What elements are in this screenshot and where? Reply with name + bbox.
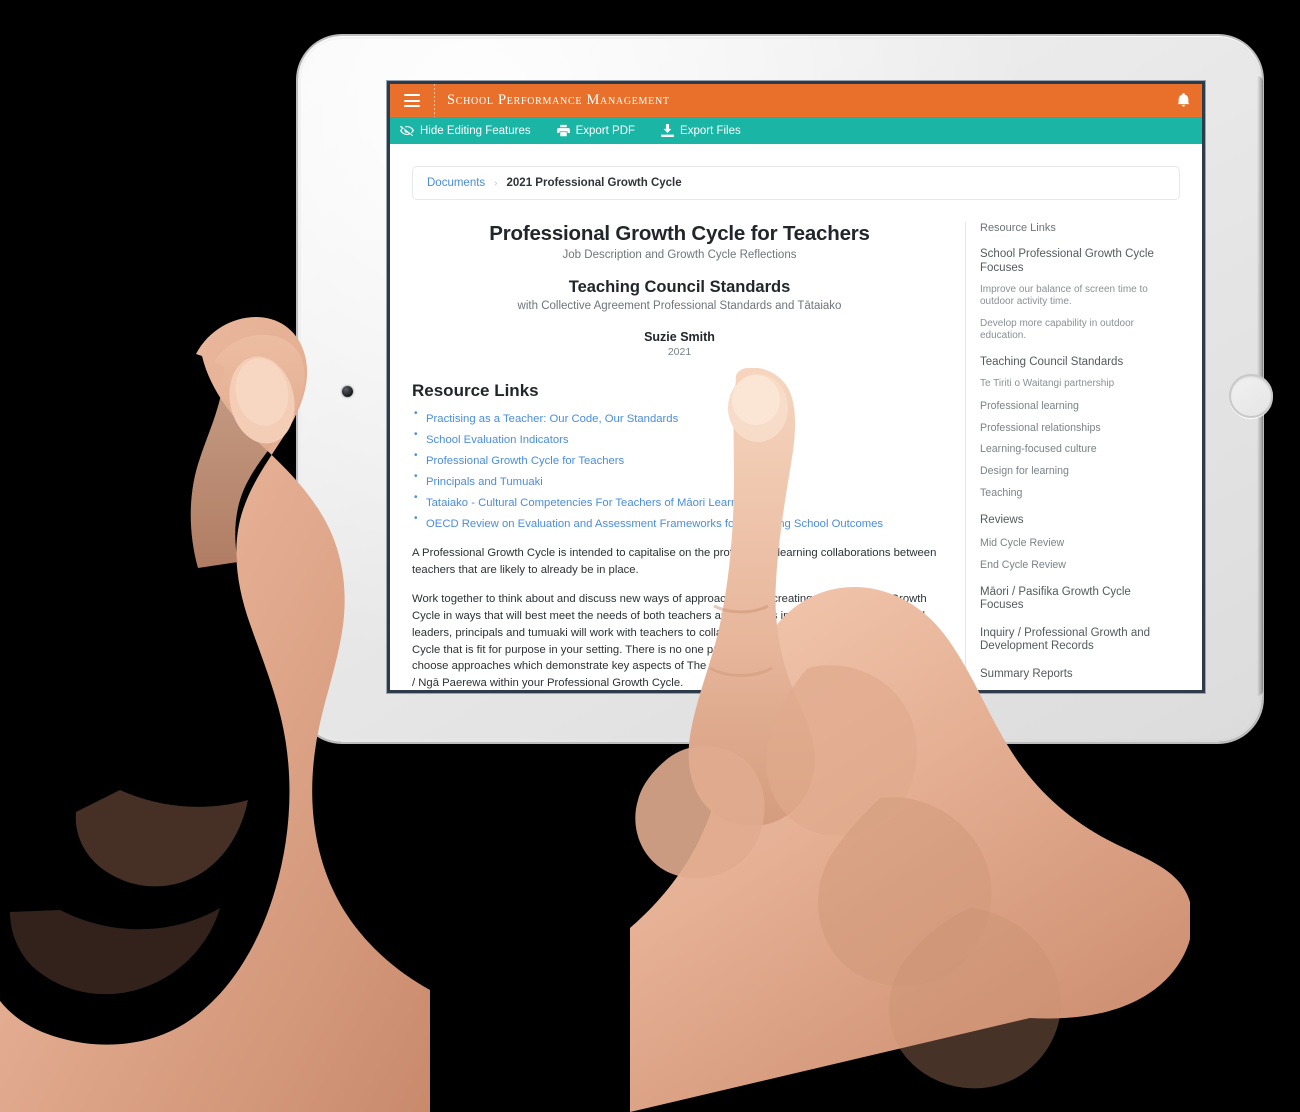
- editing-toolbar: Hide Editing Features Export PDF Export …: [390, 117, 1202, 144]
- sidebar-item[interactable]: Improve our balance of screen time to ou…: [980, 284, 1165, 308]
- bell-icon[interactable]: [1177, 92, 1190, 109]
- document-section-subtitle: with Collective Agreement Professional S…: [517, 300, 842, 312]
- document-subtitle: Job Description and Growth Cycle Reflect…: [562, 249, 797, 261]
- screenshot-stage: School Performance Management Hide Editi…: [0, 0, 1300, 1112]
- resource-link[interactable]: School Evaluation Indicators: [426, 434, 569, 446]
- breadcrumb-current: 2021 Professional Growth Cycle: [506, 177, 682, 189]
- header-divider: [434, 84, 435, 117]
- app-header-bar: School Performance Management: [390, 84, 1202, 117]
- hamburger-icon[interactable]: [404, 94, 420, 107]
- left-hand: [0, 317, 430, 1112]
- chevron-right-icon: ›: [494, 177, 498, 189]
- export-files-label: Export Files: [680, 124, 741, 137]
- document-section-title: Teaching Council Standards: [568, 278, 791, 296]
- breadcrumb-documents-link[interactable]: Documents: [427, 177, 485, 189]
- printer-icon: [556, 124, 570, 137]
- sidebar-item[interactable]: Develop more capability in outdoor educa…: [980, 318, 1165, 342]
- app-title: School Performance Management: [447, 92, 670, 108]
- document-author: Suzie Smith: [644, 330, 715, 344]
- home-button[interactable]: [1229, 374, 1273, 418]
- document-title: Professional Growth Cycle for Teachers: [489, 222, 870, 245]
- resource-link[interactable]: Principals and Tumuaki: [426, 476, 543, 488]
- document-year: 2021: [667, 346, 692, 358]
- eye-slash-icon: [400, 125, 414, 136]
- hide-editing-features-label: Hide Editing Features: [420, 124, 531, 137]
- resource-link[interactable]: Professional Growth Cycle for Teachers: [426, 455, 624, 467]
- export-pdf-button[interactable]: Export PDF: [556, 124, 636, 137]
- export-pdf-label: Export PDF: [575, 124, 636, 137]
- hide-editing-features-button[interactable]: Hide Editing Features: [400, 125, 531, 137]
- breadcrumb: Documents › 2021 Professional Growth Cyc…: [412, 166, 1180, 200]
- sidebar-group-title[interactable]: School Professional Growth Cycle Focuses: [980, 248, 1165, 275]
- right-hand: [630, 368, 1190, 1112]
- download-icon: [661, 124, 675, 137]
- export-files-button[interactable]: Export Files: [661, 124, 741, 137]
- sidebar-caption: Resource Links: [980, 222, 1056, 234]
